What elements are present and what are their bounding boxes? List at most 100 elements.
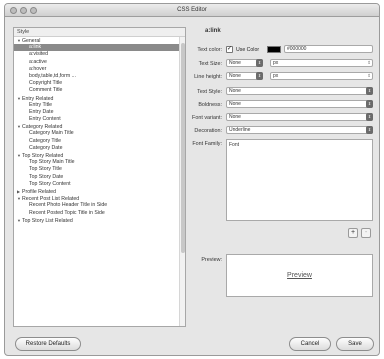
style-list-item-label: Copyright Title (29, 80, 63, 87)
style-list-item[interactable]: Entry Content (14, 116, 185, 123)
line-height-select[interactable]: None ⇕ (226, 72, 263, 80)
use-color-checkbox[interactable] (226, 45, 233, 53)
boldness-stepper[interactable]: ⇕ (366, 100, 373, 108)
style-list-item[interactable]: ▶ Profile Related (14, 188, 185, 195)
css-editor-window: CSS Editor Style ▼General a:link a:visited… (4, 3, 380, 356)
style-list-item-label: a:hover (29, 65, 47, 72)
style-list-item[interactable]: Category Date (14, 145, 185, 152)
chevron-updown-icon: ⇕ (367, 73, 371, 78)
style-list-item-label: Category Date (29, 144, 63, 151)
use-color-label: Use Color (236, 47, 260, 53)
add-font-button[interactable]: + (348, 228, 358, 238)
style-list-item-label: Recent Photo Header Title in Side (29, 202, 108, 209)
color-swatch[interactable] (267, 46, 281, 53)
style-list-item-label: Entry Content (29, 116, 61, 123)
preview-box: Preview (226, 254, 373, 297)
title-bar: CSS Editor (5, 4, 379, 17)
line-height-label: Line height: (194, 74, 222, 80)
style-list-item[interactable]: a:hover (14, 66, 185, 73)
style-list-item-label: Comment Title (29, 87, 63, 94)
style-list-item-label: Top Story Related (22, 153, 64, 159)
style-list-item-label: body,table,td,form ... (29, 72, 76, 79)
style-list-item-label: Recent Posted Topic Title in Side (29, 209, 105, 216)
font-family-item[interactable]: Font (229, 142, 370, 148)
style-list-item-label: Category Related (22, 124, 63, 131)
color-hex-field[interactable]: #000000 (284, 45, 373, 53)
text-style-stepper[interactable]: ⇕ (366, 87, 373, 95)
text-size-value: None (229, 60, 241, 66)
style-tree: ▼General a:link a:visited a:active a:hover bo… (14, 37, 185, 224)
style-list-item[interactable]: Top Story Date (14, 174, 185, 181)
chevron-updown-icon: ⇕ (367, 60, 371, 65)
text-size-label: Text Size: (198, 61, 222, 67)
preview-text: Preview (287, 272, 312, 279)
style-list-scrollbar[interactable] (179, 37, 185, 326)
text-size-stepper[interactable]: ⇕ (256, 59, 263, 67)
style-list-item[interactable]: a:visited (14, 51, 185, 58)
style-list-item[interactable]: Comment Title (14, 87, 185, 94)
decoration-select[interactable]: Underline ⇕ (226, 126, 373, 134)
font-family-list[interactable]: Font (226, 139, 373, 221)
style-list-item[interactable]: Entry Date (14, 109, 185, 116)
decoration-label: Decoration: (194, 128, 222, 134)
style-list-item-label: Profile Related (22, 188, 57, 195)
style-list-item-label: Entry Title (29, 101, 53, 108)
style-list-item[interactable]: Recent Photo Header Title in Side (14, 202, 185, 209)
font-variant-value: None (229, 114, 241, 120)
save-button[interactable]: Save (336, 337, 374, 351)
style-list-item-label: Entry Date (29, 108, 54, 115)
style-list-item[interactable]: ▼Category Related (14, 123, 185, 130)
style-list-item[interactable]: Category Main Title (14, 130, 185, 137)
line-height-unit-select[interactable]: px ⇕ (270, 72, 373, 80)
style-list-item-label: Top Story Content (29, 180, 71, 187)
boldness-label: Boldness: (198, 102, 222, 108)
style-list-header: Style (14, 28, 185, 37)
style-list-item[interactable]: Category Title (14, 138, 185, 145)
text-style-label: Text Style: (197, 89, 222, 95)
style-list-item[interactable]: Entry Title (14, 102, 185, 109)
style-list-item[interactable]: ▼Top Story Related (14, 152, 185, 159)
style-list-item[interactable]: Top Story Main Title (14, 159, 185, 166)
style-list-item-label: a:link (29, 44, 42, 51)
style-list[interactable]: Style ▼General a:link a:visited a:active a:h… (13, 27, 186, 327)
font-variant-stepper[interactable]: ⇕ (366, 113, 373, 121)
line-height-unit: px (273, 73, 279, 79)
style-list-item-label: General (22, 38, 41, 44)
style-list-item-label: a:active (29, 58, 47, 65)
remove-font-button[interactable]: - (361, 228, 371, 238)
boldness-select[interactable]: None ⇕ (226, 100, 373, 108)
decoration-value: Underline (229, 127, 251, 133)
selected-element-name: a:link (205, 28, 221, 34)
font-variant-select[interactable]: None ⇕ (226, 113, 373, 121)
window-title: CSS Editor (177, 7, 207, 13)
style-list-item[interactable]: ▼Top Story List Related (14, 217, 185, 224)
boldness-value: None (229, 101, 241, 107)
text-size-unit: px (273, 60, 279, 66)
line-height-value: None (229, 73, 241, 79)
style-list-item[interactable]: ▼Entry Related (14, 95, 185, 102)
style-list-item[interactable]: body,table,td,form ... (14, 73, 185, 80)
style-list-item-label: a:visited (29, 51, 49, 58)
style-list-item[interactable]: a:link (14, 44, 185, 52)
style-list-item[interactable]: Copyright Title (14, 80, 185, 87)
text-style-select[interactable]: None ⇕ (226, 87, 373, 95)
text-size-select[interactable]: None ⇕ (226, 59, 263, 67)
text-style-value: None (229, 88, 241, 94)
style-list-item[interactable]: ▼Recent Post List Related (14, 195, 185, 202)
line-height-stepper[interactable]: ⇕ (256, 72, 263, 80)
text-color-label: Text color: (197, 47, 222, 53)
style-list-item[interactable]: a:active (14, 59, 185, 66)
text-size-unit-select[interactable]: px ⇕ (270, 59, 373, 67)
font-family-label: Font Family: (192, 141, 222, 147)
style-list-item-label: Category Main Title (29, 130, 74, 137)
style-list-item[interactable]: Top Story Title (14, 166, 185, 173)
restore-defaults-button[interactable]: Restore Defaults (15, 337, 81, 351)
style-list-item[interactable]: Recent Posted Topic Title in Side (14, 210, 185, 217)
cancel-button[interactable]: Cancel (289, 337, 331, 351)
style-list-item[interactable]: Top Story Content (14, 181, 185, 188)
font-variant-label: Font variant: (192, 115, 222, 121)
decoration-stepper[interactable]: ⇕ (366, 126, 373, 134)
preview-label: Preview: (201, 257, 222, 263)
style-list-item-label: Top Story List Related (22, 217, 73, 224)
style-list-item[interactable]: ▼General (14, 37, 185, 44)
